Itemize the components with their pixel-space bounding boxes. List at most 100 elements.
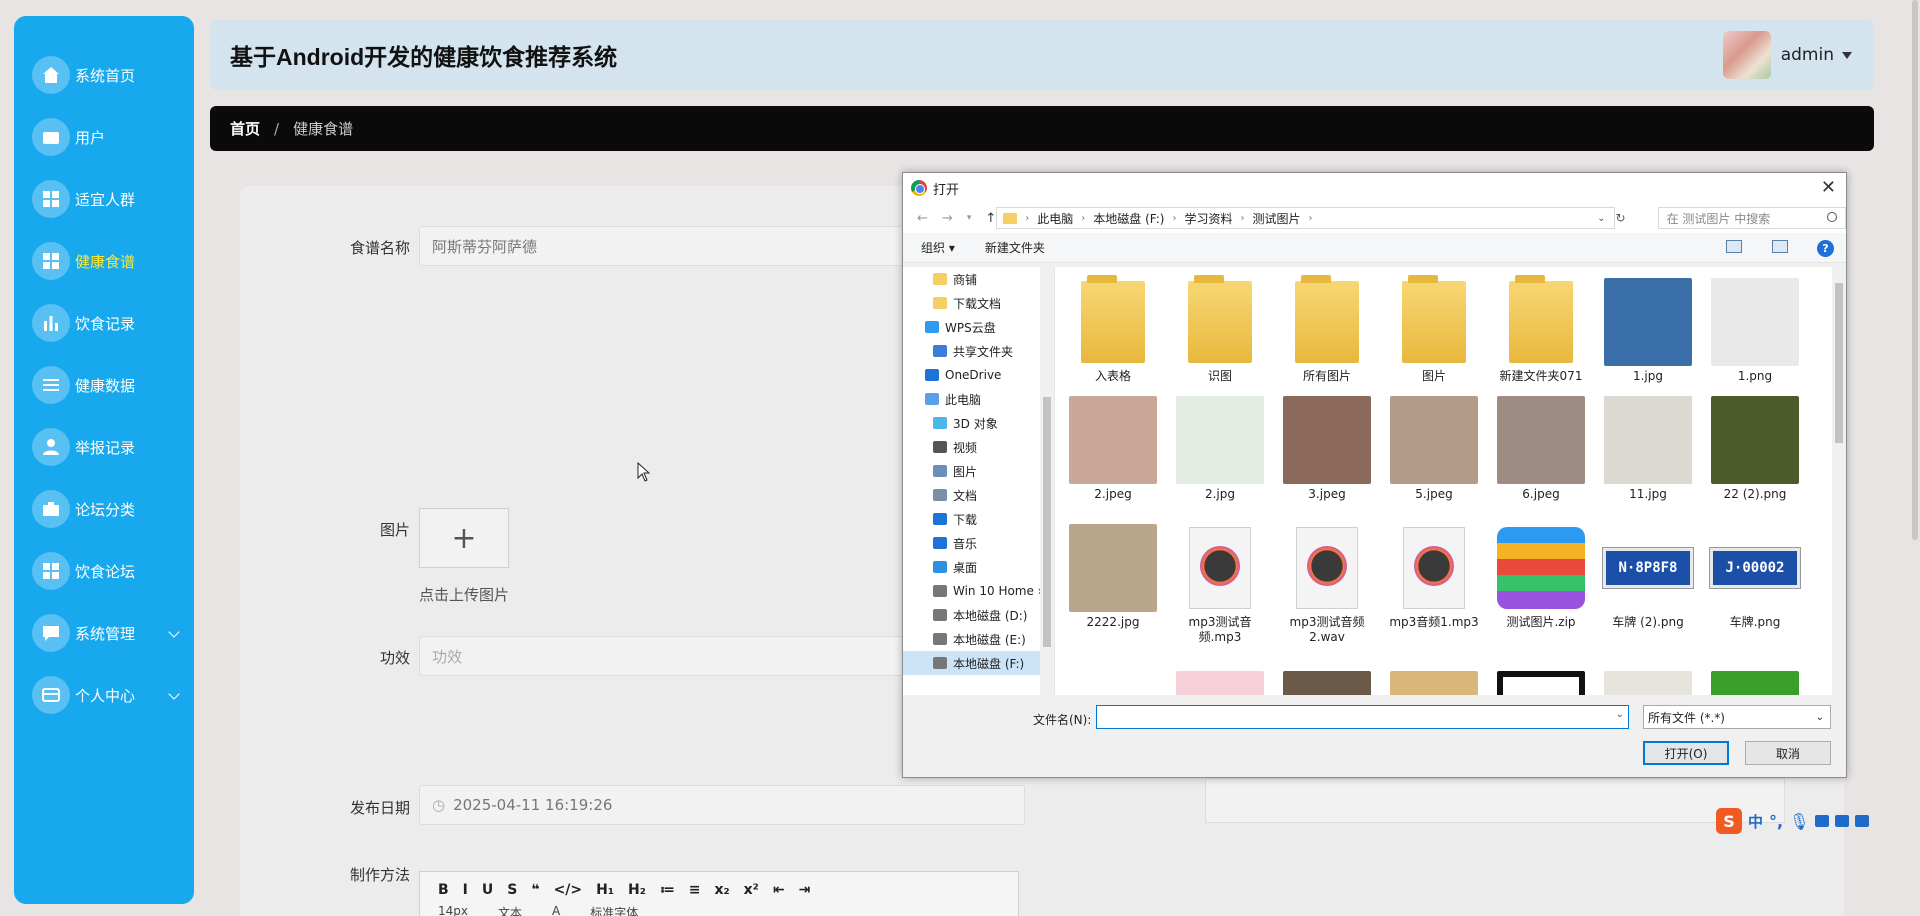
sidebar-item-3[interactable]: 健康食谱 bbox=[14, 230, 194, 292]
file-item[interactable]: 22 (2).png bbox=[1705, 395, 1805, 502]
avatar[interactable] bbox=[1722, 31, 1771, 79]
forward-icon[interactable]: → bbox=[942, 211, 953, 226]
editor-select-0[interactable]: 14px bbox=[438, 904, 468, 916]
search-input[interactable]: 在 测试图片 中搜索 bbox=[1657, 207, 1846, 229]
file-scrollbar[interactable] bbox=[1832, 267, 1846, 695]
file-item[interactable]: 2.jpeg bbox=[1063, 395, 1163, 502]
sidebar-item-5[interactable]: 健康数据 bbox=[14, 354, 194, 416]
editor-tool-13[interactable]: ⇥ bbox=[799, 882, 811, 898]
editor-tool-1[interactable]: I bbox=[463, 882, 468, 898]
tree-item[interactable]: 下载 bbox=[903, 507, 1054, 531]
editor-tool-9[interactable]: ≡ bbox=[689, 882, 701, 898]
address-bar[interactable]: › 此电脑 › 本地磁盘 (F:) › 学习资料 › 测试图片 › bbox=[996, 207, 1616, 229]
skin-icon[interactable] bbox=[1835, 815, 1850, 827]
recent-dropdown-icon[interactable]: ▾ bbox=[967, 211, 972, 226]
file-item[interactable]: mp3测试音频.mp3 bbox=[1170, 523, 1270, 645]
editor-tool-7[interactable]: H₂ bbox=[628, 882, 646, 898]
tree-item[interactable]: 桌面 bbox=[903, 555, 1054, 579]
sidebar-item-2[interactable]: 适宜人群 bbox=[14, 168, 194, 230]
sidebar-item-8[interactable]: 饮食论坛 bbox=[14, 540, 194, 602]
editor-select-1[interactable]: 文本 bbox=[498, 904, 522, 916]
punctuation-icon[interactable]: °, bbox=[1769, 812, 1783, 831]
close-icon[interactable]: ✕ bbox=[1821, 177, 1836, 198]
file-item[interactable]: 2222.jpg bbox=[1063, 523, 1163, 630]
address-segment[interactable]: 此电脑 bbox=[1037, 210, 1073, 227]
tree-item[interactable]: 商铺 bbox=[903, 267, 1054, 291]
username[interactable]: admin bbox=[1781, 45, 1834, 65]
upload-button[interactable]: + bbox=[419, 508, 509, 568]
editor-tool-4[interactable]: ❝ bbox=[531, 882, 539, 898]
tree-item[interactable]: 下载文档 bbox=[903, 291, 1054, 315]
tree-item[interactable]: 文档 bbox=[903, 483, 1054, 507]
sidebar-item-1[interactable]: 用户 bbox=[14, 106, 194, 168]
file-item[interactable]: 11.jpg bbox=[1598, 395, 1698, 502]
sidebar-item-6[interactable]: 举报记录 bbox=[14, 416, 194, 478]
caret-down-icon[interactable] bbox=[1842, 51, 1852, 59]
user-menu[interactable]: admin bbox=[1722, 31, 1852, 79]
address-segment[interactable]: 本地磁盘 (F:) bbox=[1093, 210, 1164, 227]
back-icon[interactable]: ← bbox=[917, 211, 928, 226]
address-segment[interactable]: 测试图片 bbox=[1252, 210, 1300, 227]
editor-tool-0[interactable]: B bbox=[438, 882, 449, 898]
filename-input[interactable]: ⌄ bbox=[1096, 705, 1629, 729]
up-icon[interactable]: ↑ bbox=[985, 211, 996, 226]
file-item[interactable]: 3.jpeg bbox=[1277, 395, 1377, 502]
tree-item[interactable]: WPS云盘 bbox=[903, 315, 1054, 339]
view-mode-icon[interactable] bbox=[1726, 240, 1742, 253]
sogou-logo-icon[interactable]: S bbox=[1716, 808, 1742, 834]
file-item[interactable]: 新建文件夹071 bbox=[1491, 275, 1591, 384]
file-item[interactable]: 5.jpeg bbox=[1384, 395, 1484, 502]
sidebar-item-4[interactable]: 饮食记录 bbox=[14, 292, 194, 354]
preview-pane-icon[interactable] bbox=[1772, 240, 1788, 253]
keyboard-icon[interactable] bbox=[1815, 815, 1830, 827]
filetype-select[interactable]: 所有文件 (*.*) ⌄ bbox=[1643, 705, 1831, 729]
editor-tool-2[interactable]: U bbox=[482, 882, 493, 898]
editor-tool-11[interactable]: x² bbox=[744, 882, 759, 898]
new-folder-button[interactable]: 新建文件夹 bbox=[985, 239, 1045, 256]
sidebar-item-7[interactable]: 论坛分类 bbox=[14, 478, 194, 540]
open-button[interactable]: 打开(O) bbox=[1643, 741, 1729, 765]
page-scrollbar[interactable] bbox=[1910, 0, 1920, 916]
tree-item[interactable]: 音乐 bbox=[903, 531, 1054, 555]
editor-select-3[interactable]: 标准字体 bbox=[590, 904, 638, 916]
organize-button[interactable]: 组织 ▾ bbox=[921, 239, 955, 256]
editor-tool-8[interactable]: ≔ bbox=[660, 882, 675, 898]
file-item[interactable]: J·00002 车牌.png bbox=[1705, 523, 1805, 630]
tree-item[interactable]: Win 10 Home › bbox=[903, 579, 1054, 603]
tree-item[interactable]: 3D 对象 bbox=[903, 411, 1054, 435]
file-item[interactable]: 6.jpeg bbox=[1491, 395, 1591, 502]
editor-tool-6[interactable]: H₁ bbox=[596, 882, 614, 898]
file-item[interactable]: 2.jpg bbox=[1170, 395, 1270, 502]
tree-item[interactable]: 视频 bbox=[903, 435, 1054, 459]
editor-tool-10[interactable]: x₂ bbox=[714, 882, 729, 898]
sidebar-item-0[interactable]: 系统首页 bbox=[14, 44, 194, 106]
tree-item[interactable]: 共享文件夹 bbox=[903, 339, 1054, 363]
cancel-button[interactable]: 取消 bbox=[1745, 741, 1831, 765]
tree-item[interactable]: OneDrive bbox=[903, 363, 1054, 387]
tree-item[interactable]: 本地磁盘 (E:) bbox=[903, 627, 1054, 651]
page-scroll-thumb[interactable] bbox=[1912, 0, 1918, 540]
editor-tool-5[interactable]: </> bbox=[554, 882, 583, 898]
file-item[interactable]: N·8P8F8 车牌 (2).png bbox=[1598, 523, 1698, 630]
tree-item[interactable]: 本地磁盘 (D:) bbox=[903, 603, 1054, 627]
file-item[interactable]: 所有图片 bbox=[1277, 275, 1377, 384]
file-item[interactable]: mp3测试音频2.wav bbox=[1277, 523, 1377, 645]
file-item[interactable]: 图片 bbox=[1384, 275, 1484, 384]
editor-tool-12[interactable]: ⇤ bbox=[773, 882, 785, 898]
tree-item[interactable]: 本地磁盘 (F:) bbox=[903, 651, 1054, 675]
sidebar-item-9[interactable]: 系统管理 bbox=[14, 602, 194, 664]
toolbox-icon[interactable] bbox=[1855, 815, 1870, 827]
date-input[interactable]: ◷ 2025-04-11 16:19:26 bbox=[419, 785, 1025, 825]
help-icon[interactable]: ? bbox=[1817, 240, 1834, 257]
ime-mode[interactable]: 中 bbox=[1748, 811, 1763, 832]
tree-item[interactable]: 此电脑 bbox=[903, 387, 1054, 411]
address-segment[interactable]: 学习资料 bbox=[1184, 210, 1232, 227]
file-item[interactable]: 识图 bbox=[1170, 275, 1270, 384]
sidebar-item-10[interactable]: 个人中心 bbox=[14, 664, 194, 726]
file-item[interactable]: 1.png bbox=[1705, 277, 1805, 384]
editor-select-2[interactable]: A bbox=[552, 904, 560, 916]
chevron-down-icon[interactable]: ⌄ bbox=[1616, 709, 1624, 720]
editor-tool-3[interactable]: S bbox=[507, 882, 517, 898]
file-item[interactable]: 1.jpg bbox=[1598, 277, 1698, 384]
file-item[interactable]: 测试图片.zip bbox=[1491, 523, 1591, 630]
